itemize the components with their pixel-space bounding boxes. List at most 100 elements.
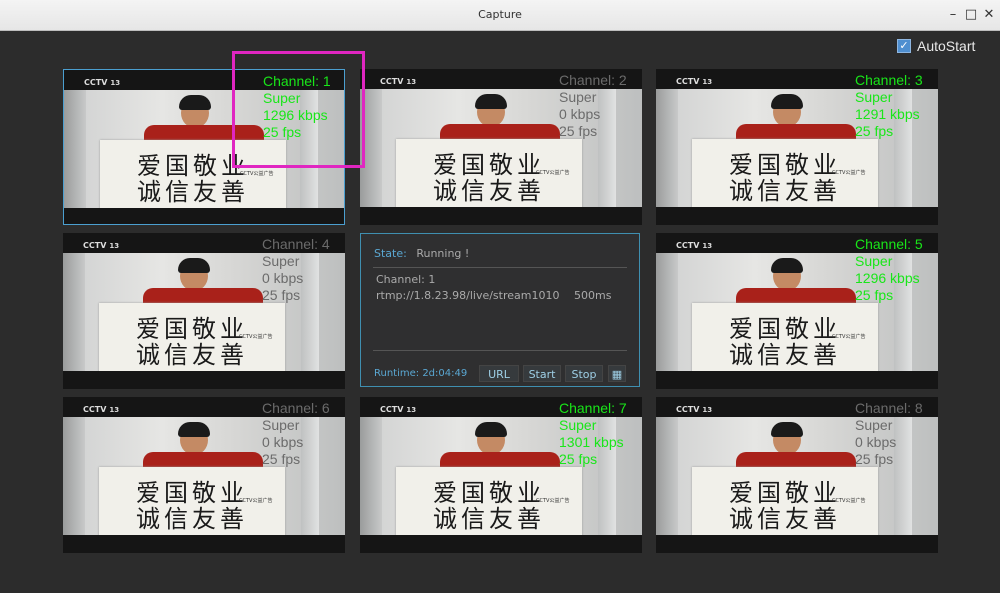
calligraphy-banner: 爱国敬业 诚信友善 CCTV公益广告 xyxy=(692,139,878,207)
cctv-logo: CCTV 13 xyxy=(83,241,120,250)
channel-info: Channel: 1 xyxy=(376,273,436,286)
calligraphy-banner: 爱国敬业 诚信友善 CCTV公益广告 xyxy=(396,139,582,207)
channel-label: Channel: 4 xyxy=(262,236,330,252)
start-button[interactable]: Start xyxy=(523,365,561,382)
bitrate-label: 0 kbps xyxy=(262,270,304,286)
channel-tile-3[interactable]: CCTV 13 爱国敬业 诚信友善 CCTV公益广告 Channel: 3 Super 129… xyxy=(656,69,938,225)
calligraphy-banner: 爱国敬业 诚信友善 CCTV公益广告 xyxy=(99,467,285,535)
video-scene-child-hair xyxy=(475,422,507,437)
banner-line-2: 诚信友善 xyxy=(137,178,249,206)
video-scene-stand xyxy=(360,89,382,207)
video-scene-child-hair xyxy=(475,94,507,109)
channel-tile-1[interactable]: CCTV 13 爱国敬业 诚信友善 CCTV公益广告 Channel: 1 Super 129… xyxy=(63,69,345,225)
channel-label: Channel: 7 xyxy=(559,400,627,416)
quality-label: Super xyxy=(262,417,300,433)
status-panel: State: Running ! Channel: 1 rtmp://1.8.2… xyxy=(360,233,640,387)
channel-label: Channel: 8 xyxy=(855,400,923,416)
state-label: State: xyxy=(374,247,407,260)
cctv-logo: CCTV 13 xyxy=(83,405,120,414)
bitrate-label: 1291 kbps xyxy=(855,106,920,122)
quality-label: Super xyxy=(559,417,597,433)
video-scene-stand xyxy=(656,253,678,371)
channel-label: Channel: 3 xyxy=(855,72,923,88)
banner-stamp: CCTV公益广告 xyxy=(536,498,570,504)
cctv-logo: CCTV 13 xyxy=(380,405,417,414)
channel-label: Channel: 2 xyxy=(559,72,627,88)
channel-tile-7[interactable]: CCTV 13 爱国敬业 诚信友善 CCTV公益广告 Channel: 7 Super 130… xyxy=(360,397,642,553)
quality-label: Super xyxy=(855,89,893,105)
bitrate-label: 1296 kbps xyxy=(263,107,328,123)
channel-tile-6[interactable]: CCTV 13 爱国敬业 诚信友善 CCTV公益广告 Channel: 6 Super 0 k… xyxy=(63,397,345,553)
quality-label: Super xyxy=(559,89,597,105)
state-value: Running ! xyxy=(416,247,470,260)
video-scene-stand xyxy=(63,253,85,371)
channel-tile-2[interactable]: CCTV 13 爱国敬业 诚信友善 CCTV公益广告 Channel: 2 Super 0 k… xyxy=(360,69,642,225)
quality-label: Super xyxy=(855,253,893,269)
channel-label: Channel: 5 xyxy=(855,236,923,252)
video-scene-child-hair xyxy=(771,258,803,273)
channel-osd: Channel: 5 Super 1296 kbps 25 fps xyxy=(855,236,923,304)
calligraphy-banner: 爱国敬业 诚信友善 CCTV公益广告 xyxy=(100,140,286,208)
video-scene-child-hair xyxy=(179,95,211,110)
bitrate-label: 1301 kbps xyxy=(559,434,624,450)
runtime-label: Runtime: 2d:04:49 xyxy=(374,368,468,379)
channel-label: Channel: 1 xyxy=(263,73,331,89)
fps-label: 25 fps xyxy=(855,123,894,139)
window-title: Capture xyxy=(478,8,522,21)
channel-tile-5[interactable]: CCTV 13 爱国敬业 诚信友善 CCTV公益广告 Channel: 5 Super 129… xyxy=(656,233,938,389)
video-scene-stand xyxy=(656,417,678,535)
channel-label: Channel: 6 xyxy=(262,400,330,416)
url-button[interactable]: URL xyxy=(479,365,519,382)
banner-stamp: CCTV公益广告 xyxy=(832,498,866,504)
calligraphy-banner: 爱国敬业 诚信友善 CCTV公益广告 xyxy=(396,467,582,535)
stream-url: rtmp://1.8.23.98/live/stream1010 xyxy=(376,289,560,302)
bitrate-label: 0 kbps xyxy=(559,106,601,122)
quality-label: Super xyxy=(855,417,893,433)
quality-label: Super xyxy=(262,253,300,269)
cctv-logo: CCTV 13 xyxy=(84,78,121,87)
fps-label: 25 fps xyxy=(559,123,598,139)
video-scene-child-hair xyxy=(178,422,210,437)
video-scene-child-hair xyxy=(178,258,210,273)
banner-line-2: 诚信友善 xyxy=(136,505,248,533)
video-scene-stand xyxy=(656,89,678,207)
video-scene-child-hair xyxy=(771,422,803,437)
autostart-checkbox[interactable]: ✓ AutoStart xyxy=(897,38,975,54)
divider xyxy=(373,350,627,351)
fps-label: 25 fps xyxy=(855,287,894,303)
banner-line-2: 诚信友善 xyxy=(729,177,841,205)
minimize-button[interactable]: – xyxy=(944,6,962,24)
fps-label: 25 fps xyxy=(263,124,302,140)
channel-osd: Channel: 3 Super 1291 kbps 25 fps xyxy=(855,72,923,140)
calligraphy-banner: 爱国敬业 诚信友善 CCTV公益广告 xyxy=(692,467,878,535)
video-scene-stand xyxy=(360,417,382,535)
video-scene-stand xyxy=(64,90,86,208)
video-scene-stand xyxy=(63,417,85,535)
grid-settings-icon[interactable]: ▦ xyxy=(608,365,626,382)
stop-button[interactable]: Stop xyxy=(565,365,603,382)
fps-label: 25 fps xyxy=(559,451,598,467)
maximize-button[interactable]: □ xyxy=(962,6,980,24)
cctv-logo: CCTV 13 xyxy=(676,241,713,250)
channel-tile-4[interactable]: CCTV 13 爱国敬业 诚信友善 CCTV公益广告 Channel: 4 Super 0 k… xyxy=(63,233,345,389)
channel-osd: Channel: 8 Super 0 kbps 25 fps xyxy=(855,400,923,468)
cctv-logo: CCTV 13 xyxy=(676,405,713,414)
channel-osd: Channel: 7 Super 1301 kbps 25 fps xyxy=(559,400,627,468)
calligraphy-banner: 爱国敬业 诚信友善 CCTV公益广告 xyxy=(99,303,285,371)
banner-line-2: 诚信友善 xyxy=(433,177,545,205)
channel-tile-8[interactable]: CCTV 13 爱国敬业 诚信友善 CCTV公益广告 Channel: 8 Super 0 k… xyxy=(656,397,938,553)
banner-line-2: 诚信友善 xyxy=(433,505,545,533)
title-bar: Capture – □ ✕ xyxy=(0,0,1000,31)
latency-value: 500ms xyxy=(574,289,612,302)
banner-stamp: CCTV公益广告 xyxy=(536,170,570,176)
banner-stamp: CCTV公益广告 xyxy=(240,171,274,177)
banner-stamp: CCTV公益广告 xyxy=(239,334,273,340)
banner-stamp: CCTV公益广告 xyxy=(832,170,866,176)
close-button[interactable]: ✕ xyxy=(980,6,998,24)
channel-osd: Channel: 2 Super 0 kbps 25 fps xyxy=(559,72,627,140)
channel-osd: Channel: 1 Super 1296 kbps 25 fps xyxy=(263,73,331,141)
cctv-logo: CCTV 13 xyxy=(380,77,417,86)
autostart-label: AutoStart xyxy=(917,38,976,54)
fps-label: 25 fps xyxy=(262,287,301,303)
checkbox-checked-icon[interactable]: ✓ xyxy=(897,39,911,53)
